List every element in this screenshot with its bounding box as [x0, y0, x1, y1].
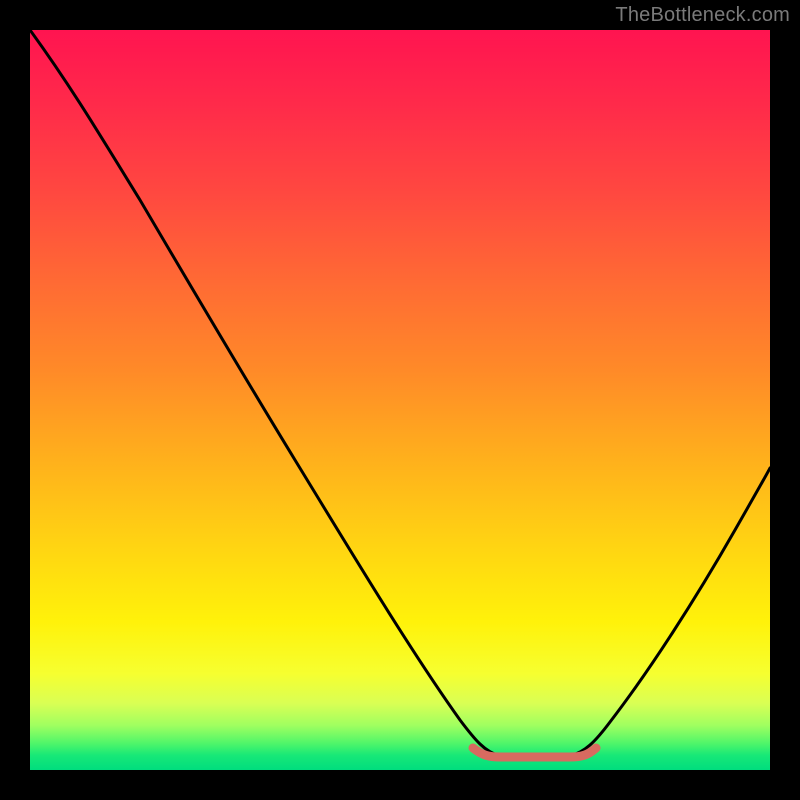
- bottleneck-curve: [30, 30, 770, 756]
- optimal-range-marker: [473, 748, 596, 757]
- chart-frame: TheBottleneck.com: [0, 0, 800, 800]
- chart-svg: [30, 30, 770, 770]
- watermark-text: TheBottleneck.com: [615, 4, 790, 27]
- plot-area: [30, 30, 770, 770]
